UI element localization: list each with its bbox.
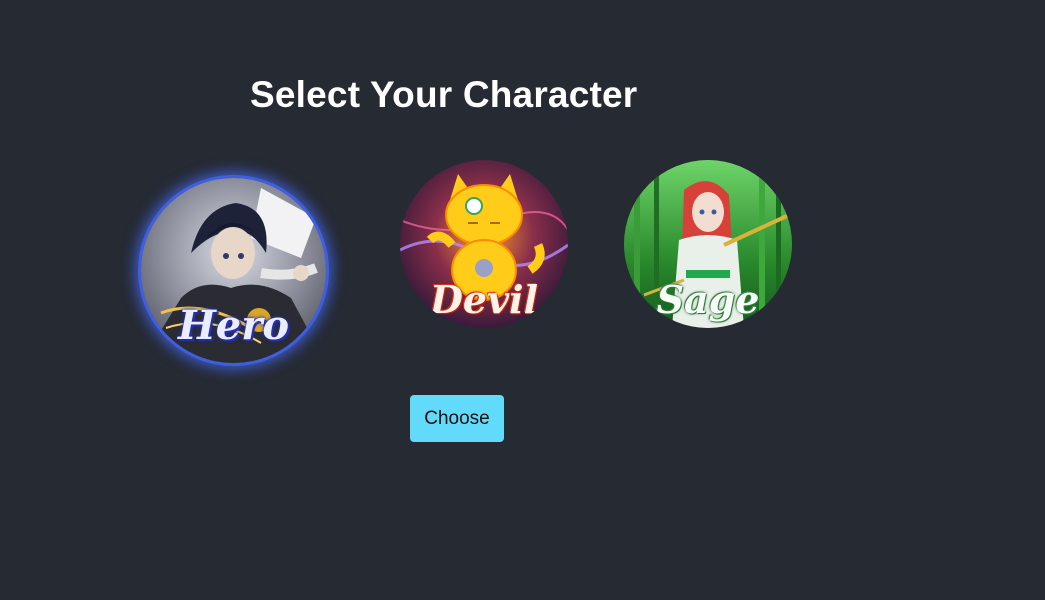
devil-portrait-image: [400, 160, 568, 328]
sage-portrait-image: [624, 160, 792, 328]
page-title: Select Your Character: [250, 74, 638, 115]
hero-portrait-image: [141, 178, 326, 363]
character-select-page: Select Your Character Hero Devil Sage Ch…: [0, 0, 1045, 600]
character-card-sage[interactable]: Sage: [624, 160, 792, 328]
character-card-devil[interactable]: Devil: [400, 160, 568, 328]
choose-button[interactable]: Choose: [410, 395, 504, 442]
character-card-hero[interactable]: Hero: [141, 178, 326, 363]
